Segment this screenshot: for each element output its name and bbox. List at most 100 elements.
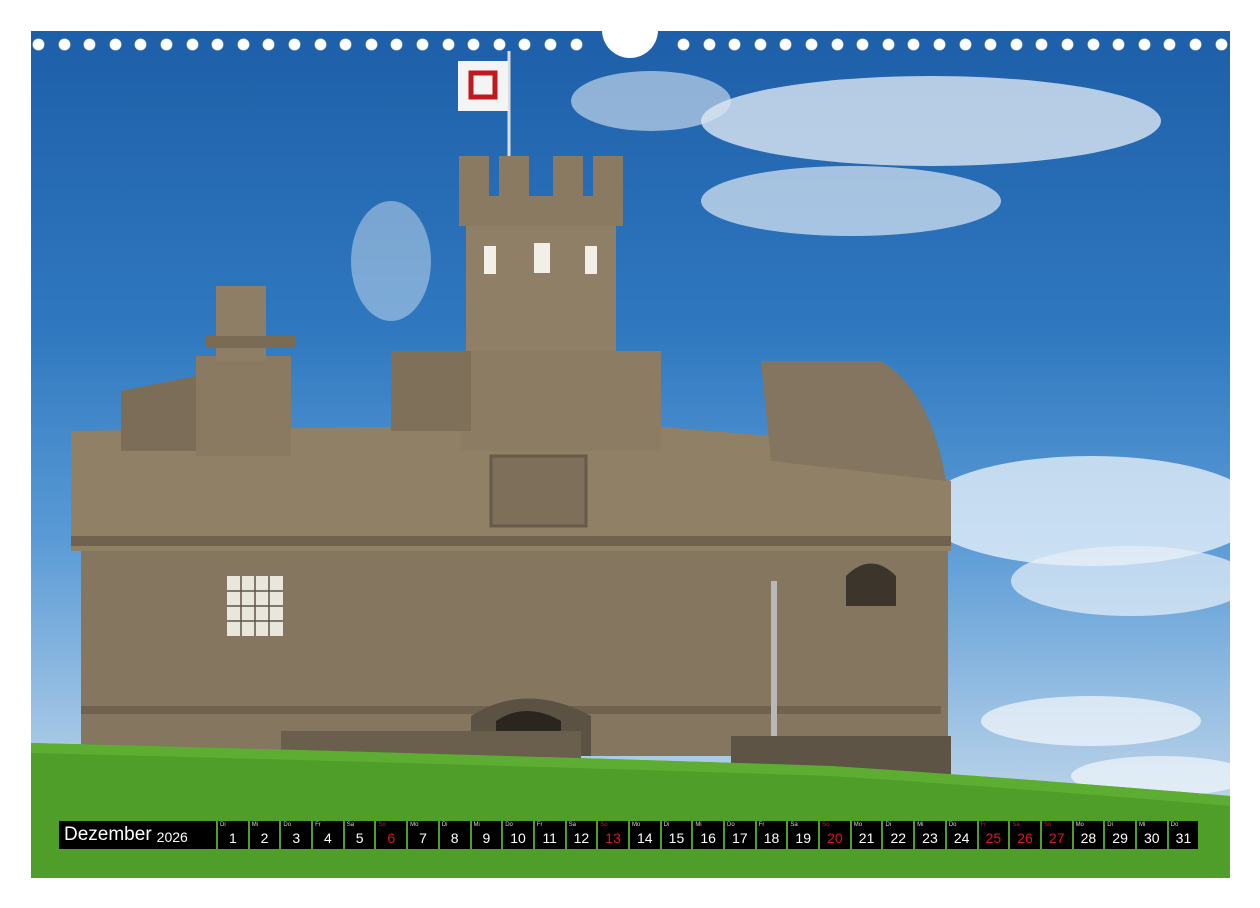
day-number: 9 [482,830,491,846]
binding-hole [314,39,326,50]
weekday-label: Mo [410,822,419,828]
binding-hole [417,39,428,50]
binding-hole [519,39,531,50]
day-cell: Do 10 [503,821,533,849]
day-number: 29 [1112,830,1128,846]
castle-photo [31,31,1230,878]
day-number: 16 [700,830,716,846]
binding-hole [985,39,997,50]
weekday-label: So [378,822,386,828]
weekday-label: Do [505,822,513,828]
binding-hole [391,39,403,50]
day-cell: Mi 23 [915,821,945,849]
weekday-label: Sa [790,822,798,828]
castle [71,156,951,776]
day-number: 22 [890,830,907,846]
day-number: 21 [858,830,875,846]
day-number: 1 [228,830,237,846]
day-cell: Fr 25 [978,821,1009,849]
binding-hole [1215,39,1227,50]
day-number: 23 [922,830,938,846]
binding-hole [135,39,147,50]
day-number: 3 [292,830,301,846]
day-number: 10 [510,830,526,846]
weekday-label: Mo [631,822,641,828]
binding-hole [493,39,505,50]
castle-illustration [31,51,1230,878]
binding-hole [754,39,766,50]
binding-hole [857,39,869,50]
day-cell: Di 29 [1105,821,1135,849]
binding-hole [263,39,275,50]
binding-hole [1113,39,1125,50]
year: 2026 [156,828,188,845]
calendar-strip: Dezember 2026 Di 1 Mi 2 Do 3 Fr 4 Sa 5 So 6 Mo 7 Di 8 Mi… [59,821,1199,849]
binding-hole [84,39,96,50]
day-number: 14 [636,830,653,846]
day-cell: Mi 9 [471,821,502,849]
weekday-label: Sa [1012,822,1020,828]
day-cell: Sa 19 [788,821,819,849]
weekday-label: Do [948,822,957,828]
day-number: 18 [763,830,780,846]
day-cell: Mo 28 [1073,821,1104,849]
binding-hole [442,39,454,50]
day-number: 31 [1175,830,1192,846]
day-number: 15 [668,830,685,846]
binding-hole [186,39,198,50]
weekday-label: Di [220,822,226,828]
weekday-label: Fr [758,822,765,828]
binding-hole [908,39,920,50]
binding-hole [806,39,817,50]
day-cell: Mi 30 [1136,821,1167,849]
day-cell: Mo 7 [408,821,438,849]
day-cell: So 13 [598,821,628,849]
weekday-label: Mo [1075,822,1084,828]
weekday-label: Mo [853,822,863,828]
day-cell: Mi 16 [693,821,723,849]
day-number: 24 [953,830,970,846]
day-cell: So 20 [820,821,850,849]
weekday-label: Di [1107,822,1113,828]
day-number: 6 [387,830,396,846]
binding-hole [882,39,894,50]
weekday-label: Sa [568,822,576,828]
binding-hole [703,39,715,50]
flag-icon [458,61,508,111]
weekday-label: Do [283,822,292,828]
day-number: 2 [260,830,269,846]
day-cells: Di 1 Mi 2 Do 3 Fr 4 Sa 5 So 6 Mo 7 Di 8 Mi 9 Do 10 Fr 11 Sa 12 S… [218,821,1199,849]
binding-hole [212,39,224,50]
binding-hole [33,39,44,50]
day-cell: Mo 14 [629,821,660,849]
binding-hole [934,39,945,50]
binding-hole [109,39,121,50]
day-cell: Do 24 [946,821,977,849]
day-cell: So 27 [1041,821,1072,849]
day-cell: Di 22 [883,821,914,849]
weekday-label: Fr [536,822,543,828]
binding-hole [545,39,556,50]
day-cell: Sa 12 [566,821,597,849]
weekday-label: Mi [473,822,480,828]
weekday-label: Mi [1138,822,1146,828]
day-number: 11 [542,830,557,846]
weekday-label: Di [663,822,670,828]
binding-hole [729,39,741,50]
day-cell: So 6 [376,821,407,849]
day-number: 26 [1017,830,1033,846]
binding-hole [959,39,971,50]
weekday-label: So [1043,822,1052,828]
binding-hole [58,39,70,50]
month-name: Dezember [64,824,152,845]
binding-hole [1010,39,1022,50]
month-label: Dezember 2026 [59,821,216,849]
weekday-label: Fr [315,822,321,828]
weekday-label: Di [885,822,892,828]
day-number: 28 [1080,830,1097,846]
day-cell: Sa 5 [344,821,375,849]
binding-hole [780,39,792,50]
day-cell: Do 17 [725,821,755,849]
day-number: 4 [324,830,332,846]
weekday-label: Mi [695,822,702,828]
